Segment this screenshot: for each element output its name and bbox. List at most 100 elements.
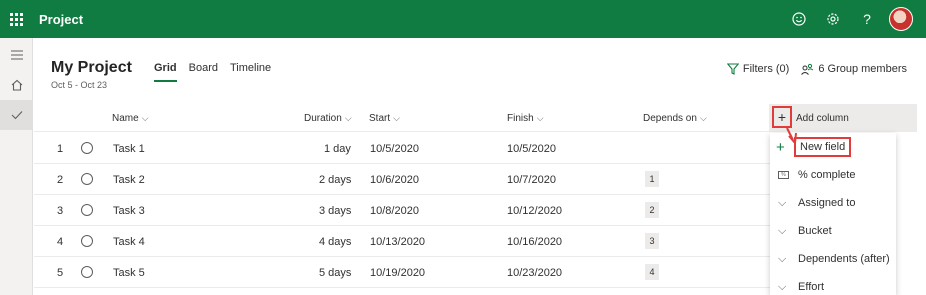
add-column-button[interactable]: + Add column bbox=[769, 104, 917, 132]
task-name[interactable]: Task 3 bbox=[113, 205, 145, 217]
complete-checkbox[interactable] bbox=[81, 235, 93, 247]
dependency-badge[interactable]: 4 bbox=[645, 264, 659, 280]
my-tasks-button[interactable] bbox=[0, 100, 33, 130]
dependency-badge[interactable]: 1 bbox=[645, 171, 659, 187]
app-launcher-button[interactable] bbox=[0, 0, 32, 38]
plus-icon: + bbox=[776, 138, 785, 156]
add-column-menu: + New field % % complete ⌵ Assigned to ⌵… bbox=[770, 133, 896, 295]
checkmark-icon bbox=[11, 111, 22, 120]
project-dates: Oct 5 - Oct 23 bbox=[51, 80, 108, 90]
table-row[interactable]: 5 Task 5 5 days 10/19/2020 10/23/2020 4 bbox=[34, 257, 774, 288]
column-header-start-label: Start bbox=[369, 113, 391, 124]
task-name[interactable]: Task 5 bbox=[113, 267, 145, 279]
dependency-badge[interactable]: 3 bbox=[645, 233, 659, 249]
menu-item-label: Effort bbox=[798, 281, 825, 293]
percent-icon-box: % bbox=[778, 171, 789, 179]
chevron-down-icon: ⌵ bbox=[393, 113, 400, 123]
view-tabs: Grid Board Timeline bbox=[154, 62, 271, 82]
menu-item-percent-complete[interactable]: % % complete bbox=[770, 161, 896, 189]
chevron-down-icon: ⌵ bbox=[344, 113, 352, 123]
top-bar: Project ? bbox=[0, 0, 926, 38]
menu-item-label: New field bbox=[794, 137, 852, 157]
home-icon bbox=[11, 79, 22, 91]
column-header-depends-on-label: Depends on bbox=[643, 113, 697, 124]
menu-item-bucket[interactable]: ⌵ Bucket bbox=[770, 217, 896, 245]
waffle-icon bbox=[9, 12, 23, 26]
column-header-name[interactable]: Name ⌵ bbox=[112, 113, 149, 124]
menu-item-effort[interactable]: ⌵ Effort bbox=[770, 273, 896, 295]
table-row[interactable]: 1 Task 1 1 day 10/5/2020 10/5/2020 bbox=[34, 133, 774, 164]
task-duration[interactable]: 5 days bbox=[319, 267, 351, 279]
people-icon bbox=[801, 63, 814, 75]
table-row[interactable]: 4 Task 4 4 days 10/13/2020 10/16/2020 3 bbox=[34, 226, 774, 257]
task-duration[interactable]: 3 days bbox=[319, 205, 351, 217]
tab-timeline[interactable]: Timeline bbox=[230, 62, 271, 82]
row-number: 4 bbox=[57, 236, 64, 248]
gear-icon bbox=[827, 13, 839, 25]
menu-item-new-field[interactable]: + New field bbox=[770, 133, 896, 161]
complete-checkbox[interactable] bbox=[81, 266, 93, 278]
table-row[interactable]: 2 Task 2 2 days 10/6/2020 10/7/2020 1 bbox=[34, 164, 774, 195]
percent-icon: % bbox=[778, 171, 796, 179]
row-number: 2 bbox=[57, 174, 64, 186]
task-duration[interactable]: 4 days bbox=[319, 236, 351, 248]
complete-checkbox[interactable] bbox=[81, 204, 93, 216]
column-header-depends-on[interactable]: Depends on ⌵ bbox=[643, 113, 707, 124]
menu-toggle-button[interactable] bbox=[0, 40, 33, 70]
account-button[interactable] bbox=[884, 0, 918, 38]
column-header-duration[interactable]: Duration ⌵ bbox=[304, 113, 352, 124]
complete-checkbox[interactable] bbox=[81, 142, 93, 154]
task-start[interactable]: 10/19/2020 bbox=[370, 267, 425, 279]
chevron-down-icon: ⌵ bbox=[699, 113, 707, 123]
row-number: 3 bbox=[57, 205, 64, 217]
group-members-label: 6 Group members bbox=[818, 63, 907, 75]
menu-item-label: Dependents (after) bbox=[798, 253, 890, 265]
filters-label: Filters (0) bbox=[742, 63, 790, 75]
task-name[interactable]: Task 4 bbox=[113, 236, 145, 248]
group-members-button[interactable]: 6 Group members bbox=[801, 63, 907, 75]
question-icon: ? bbox=[863, 11, 871, 27]
complete-checkbox[interactable] bbox=[81, 173, 93, 185]
task-name[interactable]: Task 1 bbox=[113, 143, 145, 155]
column-header-name-label: Name bbox=[112, 113, 139, 124]
task-start[interactable]: 10/6/2020 bbox=[370, 174, 419, 186]
menu-item-assigned-to[interactable]: ⌵ Assigned to bbox=[770, 189, 896, 217]
grid-header: Name ⌵ Duration ⌵ Start ⌵ Finish ⌵ Depends o… bbox=[34, 104, 917, 132]
task-list: 1 Task 1 1 day 10/5/2020 10/5/2020 2 Tas… bbox=[34, 133, 774, 288]
table-row[interactable]: 3 Task 3 3 days 10/8/2020 10/12/2020 2 bbox=[34, 195, 774, 226]
hamburger-icon bbox=[10, 50, 23, 60]
feedback-button[interactable] bbox=[782, 0, 816, 38]
task-name[interactable]: Task 2 bbox=[113, 174, 145, 186]
column-header-finish[interactable]: Finish ⌵ bbox=[507, 113, 544, 124]
task-duration[interactable]: 2 days bbox=[319, 174, 351, 186]
tab-grid[interactable]: Grid bbox=[154, 62, 177, 82]
tab-board[interactable]: Board bbox=[189, 62, 218, 82]
left-rail bbox=[0, 38, 33, 295]
menu-item-dependents-after[interactable]: ⌵ Dependents (after) bbox=[770, 245, 896, 273]
home-button[interactable] bbox=[0, 70, 33, 100]
project-title[interactable]: My Project bbox=[51, 59, 132, 77]
task-finish[interactable]: 10/16/2020 bbox=[507, 236, 562, 248]
chevron-down-icon: ⌵ bbox=[141, 113, 149, 123]
chevron-down-icon: ⌵ bbox=[778, 252, 787, 265]
task-finish[interactable]: 10/7/2020 bbox=[507, 174, 556, 186]
chevron-down-icon: ⌵ bbox=[536, 113, 544, 123]
row-number: 1 bbox=[57, 143, 64, 155]
dependency-badge[interactable]: 2 bbox=[645, 202, 659, 218]
task-finish[interactable]: 10/12/2020 bbox=[507, 205, 562, 217]
column-header-start[interactable]: Start ⌵ bbox=[369, 113, 400, 124]
app-title[interactable]: Project bbox=[39, 12, 83, 27]
add-column-label: Add column bbox=[796, 113, 849, 124]
settings-button[interactable] bbox=[816, 0, 850, 38]
task-duration[interactable]: 1 day bbox=[324, 143, 351, 155]
filters-button[interactable]: Filters (0) bbox=[726, 63, 790, 75]
task-start[interactable]: 10/8/2020 bbox=[370, 205, 419, 217]
task-finish[interactable]: 10/5/2020 bbox=[507, 143, 556, 155]
plus-icon: + bbox=[772, 106, 792, 128]
chevron-down-icon: ⌵ bbox=[778, 280, 787, 293]
help-button[interactable]: ? bbox=[850, 0, 884, 38]
task-start[interactable]: 10/5/2020 bbox=[370, 143, 419, 155]
task-finish[interactable]: 10/23/2020 bbox=[507, 267, 562, 279]
chevron-down-icon: ⌵ bbox=[778, 196, 787, 209]
task-start[interactable]: 10/13/2020 bbox=[370, 236, 425, 248]
